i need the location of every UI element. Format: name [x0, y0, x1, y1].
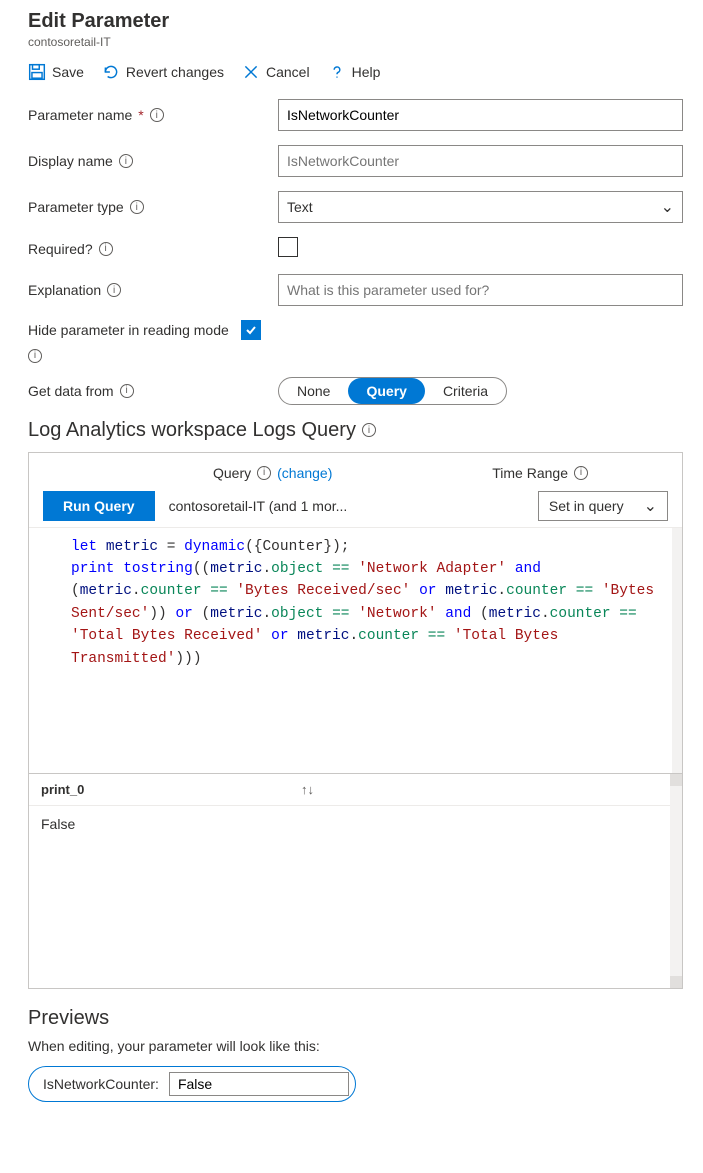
chevron-down-icon: ⌄ — [644, 496, 657, 516]
results-grid: print_0 ↑↓ False — [29, 773, 682, 988]
toolbar: Save Revert changes Cancel Help — [28, 63, 683, 81]
hide-label: Hide parameter in reading mode — [28, 322, 229, 338]
page-subtitle: contosoretail-IT — [28, 35, 683, 49]
results-column-header[interactable]: print_0 — [41, 782, 301, 797]
info-icon[interactable]: i — [99, 242, 113, 256]
save-label: Save — [52, 64, 84, 80]
check-icon — [244, 323, 258, 337]
cancel-label: Cancel — [266, 64, 310, 80]
query-editor[interactable]: let metric = dynamic({Counter}); print t… — [29, 528, 682, 773]
info-icon[interactable]: i — [257, 466, 271, 480]
preview-pill[interactable]: IsNetworkCounter: — [28, 1066, 356, 1102]
query-box: Query i (change) Time Range i Run Query … — [28, 452, 683, 989]
preview-pill-label: IsNetworkCounter: — [43, 1076, 159, 1092]
change-link[interactable]: (change) — [277, 465, 332, 481]
help-label: Help — [352, 64, 381, 80]
info-icon[interactable]: i — [150, 108, 164, 122]
get-data-label: Get data from i — [28, 383, 278, 399]
explanation-label: Explanation i — [28, 282, 278, 298]
info-icon[interactable]: i — [107, 283, 121, 297]
param-name-input[interactable] — [278, 99, 683, 131]
cancel-button[interactable]: Cancel — [242, 63, 310, 81]
required-label: Required? i — [28, 241, 278, 257]
info-icon[interactable]: i — [574, 466, 588, 480]
page-title: Edit Parameter — [28, 10, 683, 33]
hide-checkbox[interactable] — [241, 320, 261, 340]
scrollbar[interactable] — [672, 528, 682, 773]
query-scope[interactable]: contosoretail-IT (and 1 mor... — [169, 498, 359, 514]
param-type-label: Parameter type i — [28, 199, 278, 215]
explanation-input[interactable] — [278, 274, 683, 306]
param-type-value: Text — [287, 199, 313, 215]
info-icon[interactable]: i — [130, 200, 144, 214]
cancel-icon — [242, 63, 260, 81]
info-icon[interactable]: i — [120, 384, 134, 398]
help-icon — [328, 63, 346, 81]
param-type-select[interactable]: Text ⌄ — [278, 191, 683, 223]
chevron-down-icon: ⌄ — [661, 197, 674, 217]
revert-button[interactable]: Revert changes — [102, 63, 224, 81]
display-name-label: Display name i — [28, 153, 278, 169]
table-row[interactable]: False — [41, 816, 670, 832]
save-icon — [28, 63, 46, 81]
pill-none[interactable]: None — [279, 378, 348, 404]
time-range-label: Time Range i — [492, 465, 588, 481]
param-name-label: Parameter name* i — [28, 107, 278, 123]
preview-pill-input[interactable] — [169, 1072, 349, 1096]
revert-label: Revert changes — [126, 64, 224, 80]
time-range-value: Set in query — [549, 498, 624, 514]
previews-subtitle: When editing, your parameter will look l… — [28, 1038, 683, 1054]
sort-icon[interactable]: ↑↓ — [301, 782, 314, 797]
previews-title: Previews — [28, 1007, 683, 1030]
revert-icon — [102, 63, 120, 81]
get-data-pills: None Query Criteria — [278, 377, 507, 405]
pill-query[interactable]: Query — [348, 378, 424, 404]
info-icon[interactable]: i — [28, 349, 42, 363]
info-icon[interactable]: i — [362, 423, 376, 437]
scrollbar[interactable] — [670, 774, 682, 988]
help-button[interactable]: Help — [328, 63, 381, 81]
save-button[interactable]: Save — [28, 63, 84, 81]
pill-criteria[interactable]: Criteria — [425, 378, 506, 404]
time-range-select[interactable]: Set in query ⌄ — [538, 491, 668, 521]
query-label: Query i (change) — [213, 465, 332, 481]
run-query-button[interactable]: Run Query — [43, 491, 155, 521]
required-checkbox[interactable] — [278, 237, 298, 257]
info-icon[interactable]: i — [119, 154, 133, 168]
query-section-title: Log Analytics workspace Logs Query i — [28, 419, 683, 442]
display-name-input[interactable] — [278, 145, 683, 177]
